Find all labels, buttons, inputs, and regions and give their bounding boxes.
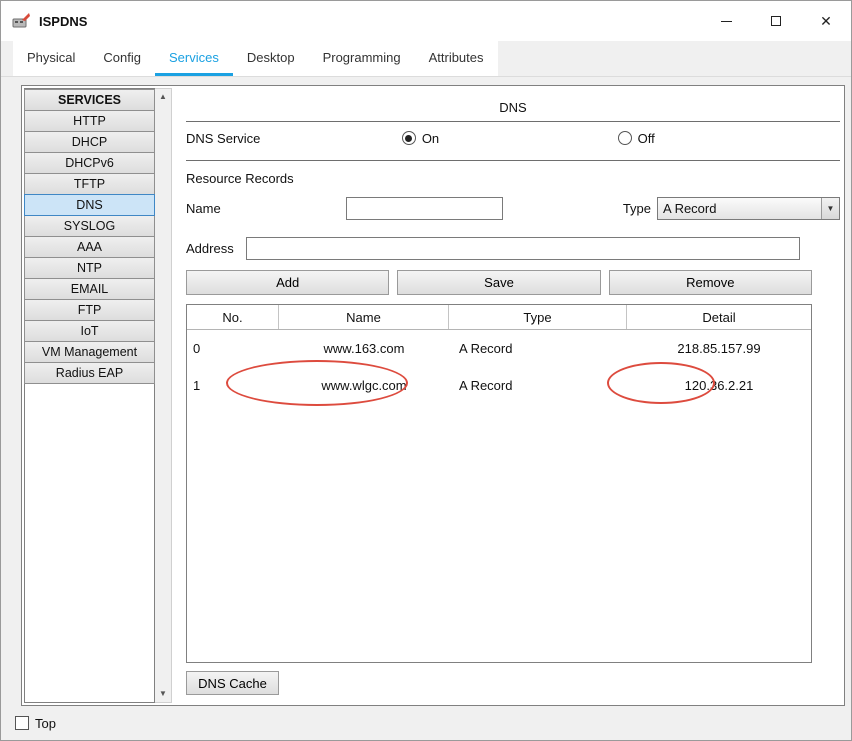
- close-button[interactable]: ✕: [801, 1, 851, 41]
- save-button[interactable]: Save: [397, 270, 601, 295]
- dns-records-table[interactable]: No. Name Type Detail 0 www.163.com A Rec…: [186, 304, 812, 663]
- divider: [186, 160, 840, 161]
- record-no: 0: [193, 341, 201, 356]
- sidebar-item-vm-management[interactable]: VM Management: [24, 341, 155, 363]
- type-label: Type: [622, 200, 651, 216]
- sidebar-item-iot[interactable]: IoT: [24, 320, 155, 342]
- name-row: Name Type A Record ▼: [186, 196, 840, 220]
- dns-config-panel: DNS DNS Service On Off Resource Records …: [186, 88, 842, 703]
- sidebar-item-dhcpv6[interactable]: DHCPv6: [24, 152, 155, 174]
- column-header-name[interactable]: Name: [279, 305, 449, 329]
- dns-service-off-option[interactable]: Off: [617, 130, 834, 146]
- remove-button[interactable]: Remove: [608, 270, 812, 295]
- dns-service-row: DNS Service On Off: [186, 122, 840, 154]
- add-button[interactable]: Add: [186, 270, 390, 295]
- resource-records-label: Resource Records: [186, 171, 294, 186]
- titlebar: ISPDNS ✕: [1, 1, 851, 41]
- window-title: ISPDNS: [39, 13, 88, 29]
- address-label: Address: [186, 240, 234, 256]
- record-type-select[interactable]: A Record ▼: [657, 196, 840, 220]
- sidebar-item-aaa[interactable]: AAA: [24, 236, 155, 258]
- tab-attributes[interactable]: Attributes: [414, 41, 498, 76]
- sidebar-item-ftp[interactable]: FTP: [24, 299, 155, 321]
- sidebar-item-tftp[interactable]: TFTP: [24, 173, 155, 195]
- sidebar-header-services: SERVICES: [24, 89, 155, 111]
- column-header-detail[interactable]: Detail: [627, 305, 811, 329]
- dns-service-off-label: Off: [637, 130, 655, 146]
- name-label: Name: [186, 200, 221, 216]
- tab-services[interactable]: Services: [155, 41, 233, 76]
- sidebar-item-dhcp[interactable]: DHCP: [24, 131, 155, 153]
- dns-service-on-radio[interactable]: [401, 131, 416, 145]
- address-input[interactable]: [246, 236, 800, 260]
- dns-service-off-radio[interactable]: [617, 131, 632, 145]
- address-row: Address: [186, 236, 840, 260]
- sidebar-item-http[interactable]: HTTP: [24, 110, 155, 132]
- record-name: www.wlgc.com: [321, 378, 407, 393]
- services-list: SERVICES HTTP DHCP DHCPv6 TFTP DNS SYSLO…: [24, 88, 155, 703]
- type-group: Type A Record ▼: [622, 196, 840, 220]
- dns-service-on-label: On: [421, 130, 440, 146]
- content-panel: SERVICES HTTP DHCP DHCPv6 TFTP DNS SYSLO…: [21, 85, 845, 706]
- table-header: No. Name Type Detail: [187, 305, 811, 330]
- record-detail: 120.36.2.21: [684, 378, 754, 393]
- minimize-button[interactable]: [701, 1, 751, 41]
- maximize-icon: [771, 16, 781, 26]
- tab-programming[interactable]: Programming: [308, 41, 415, 76]
- cache-row: DNS Cache: [186, 671, 840, 695]
- sidebar-item-dns[interactable]: DNS: [24, 194, 155, 216]
- record-actions: Add Save Remove: [186, 270, 812, 295]
- scroll-down-icon[interactable]: ▼: [155, 687, 171, 701]
- record-type: A Record: [459, 378, 513, 393]
- tab-bar: Physical Config Services Desktop Program…: [1, 41, 851, 77]
- sidebar: SERVICES HTTP DHCP DHCPv6 TFTP DNS SYSLO…: [24, 88, 172, 703]
- table-row[interactable]: 1 www.wlgc.com A Record 120.36.2.21: [187, 367, 811, 404]
- page-title: DNS: [499, 100, 527, 115]
- tab-config[interactable]: Config: [89, 41, 155, 76]
- minimize-icon: [720, 20, 732, 22]
- table-row[interactable]: 0 www.163.com A Record 218.85.157.99: [187, 330, 811, 367]
- chevron-down-icon[interactable]: ▼: [821, 197, 839, 219]
- sidebar-item-radius-eap[interactable]: Radius EAP: [24, 362, 155, 384]
- footer: Top: [1, 706, 851, 740]
- top-checkbox-label: Top: [35, 715, 56, 731]
- column-header-type[interactable]: Type: [449, 305, 627, 329]
- column-header-no[interactable]: No.: [187, 305, 279, 329]
- sidebar-scrollbar[interactable]: ▲ ▼: [155, 88, 172, 703]
- scroll-up-icon[interactable]: ▲: [155, 90, 171, 104]
- sidebar-item-ntp[interactable]: NTP: [24, 257, 155, 279]
- window-controls: ✕: [701, 1, 851, 41]
- dns-service-label: DNS Service: [186, 130, 261, 146]
- close-icon: ✕: [820, 12, 832, 29]
- app-icon: [11, 11, 31, 31]
- record-type: A Record: [459, 341, 513, 356]
- dns-service-on-option[interactable]: On: [401, 130, 618, 146]
- name-input[interactable]: [346, 196, 503, 220]
- tab-desktop[interactable]: Desktop: [232, 41, 309, 76]
- maximize-button[interactable]: [751, 1, 801, 41]
- tab-physical[interactable]: Physical: [13, 41, 90, 76]
- sidebar-item-syslog[interactable]: SYSLOG: [24, 215, 155, 237]
- record-detail: 218.85.157.99: [677, 341, 761, 356]
- top-checkbox[interactable]: [15, 716, 29, 730]
- dns-cache-button[interactable]: DNS Cache: [186, 671, 279, 695]
- sidebar-item-email[interactable]: EMAIL: [24, 278, 155, 300]
- record-no: 1: [193, 378, 201, 393]
- record-type-value: A Record: [663, 200, 717, 216]
- packet-tracer-window: ISPDNS ✕ Physical Config Services Deskto…: [0, 0, 852, 741]
- record-name: www.163.com: [323, 341, 405, 356]
